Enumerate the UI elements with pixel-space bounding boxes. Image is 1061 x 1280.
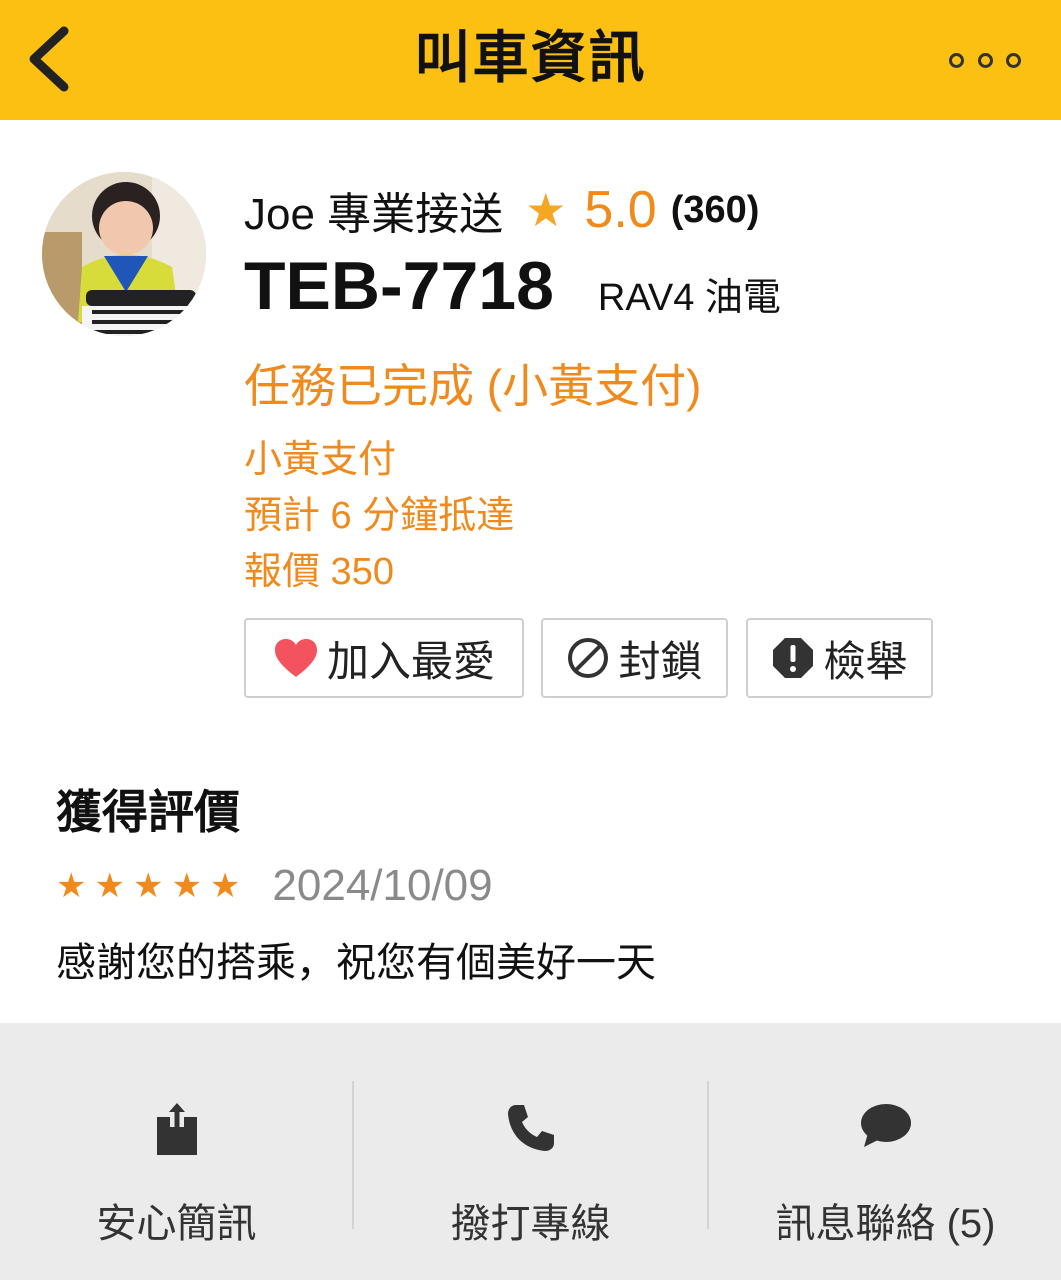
block-icon	[568, 638, 609, 678]
more-dot-icon	[977, 52, 993, 68]
rating-score: 5.0	[584, 181, 657, 239]
driver-name: Joe 專業接送	[244, 190, 504, 239]
message-contact-button[interactable]: 訊息聯絡 (5)	[709, 1023, 1061, 1280]
more-dot-icon	[949, 52, 964, 68]
page-title: 叫車資訊	[414, 26, 647, 89]
eta-text: 預計 6 分鐘抵達	[244, 495, 515, 537]
license-plate: TEB-7718	[244, 248, 554, 324]
report-button[interactable]: 檢舉	[746, 618, 933, 698]
bottom-action-bar: 安心簡訊 撥打專線 訊息聯絡 (5)	[0, 1023, 1061, 1280]
block-button[interactable]: 封鎖	[541, 618, 728, 698]
vehicle-info: TEB-7718 RAV4 油電	[244, 246, 781, 326]
phone-icon	[507, 1105, 554, 1151]
quote-text: 報價 350	[244, 551, 394, 593]
car-model: RAV4 油電	[597, 276, 781, 319]
safety-sms-button[interactable]: 安心簡訊	[0, 1023, 353, 1280]
share-icon	[156, 1103, 197, 1155]
more-dot-icon	[1006, 52, 1021, 68]
driver-avatar	[42, 172, 206, 336]
review-date: 2024/10/09	[272, 861, 493, 910]
add-favorite-label: 加入最愛	[326, 637, 495, 685]
driver-header: Joe 專業接送 ★ 5.0 (360)	[244, 178, 759, 242]
more-options-button[interactable]	[949, 44, 1021, 76]
trip-status: 任務已完成 (小黃支付)	[244, 360, 702, 412]
review-text: 感謝您的搭乘，祝您有個美好一天	[56, 941, 656, 985]
report-label: 檢舉	[823, 637, 908, 685]
add-favorite-button[interactable]: 加入最愛	[244, 618, 524, 698]
warning-octagon-icon	[773, 638, 814, 678]
reviews-section-title: 獲得評價	[56, 786, 240, 838]
rating-star-icon: ★	[525, 184, 567, 236]
review-meta: ★★★★★ 2024/10/09	[56, 858, 493, 914]
call-hotline-button[interactable]: 撥打專線	[354, 1023, 707, 1280]
call-hotline-label: 撥打專線	[450, 1202, 611, 1246]
rating-count: (360)	[670, 188, 760, 231]
top-nav-bar: 叫車資訊	[0, 0, 1061, 120]
chat-bubble-icon	[860, 1104, 911, 1147]
block-label: 封鎖	[618, 637, 703, 685]
safety-sms-label: 安心簡訊	[96, 1202, 257, 1246]
message-contact-label: 訊息聯絡 (5)	[775, 1202, 996, 1246]
payment-method: 小黃支付	[244, 439, 397, 481]
review-stars: ★★★★★	[56, 867, 249, 905]
heart-icon	[274, 639, 317, 677]
